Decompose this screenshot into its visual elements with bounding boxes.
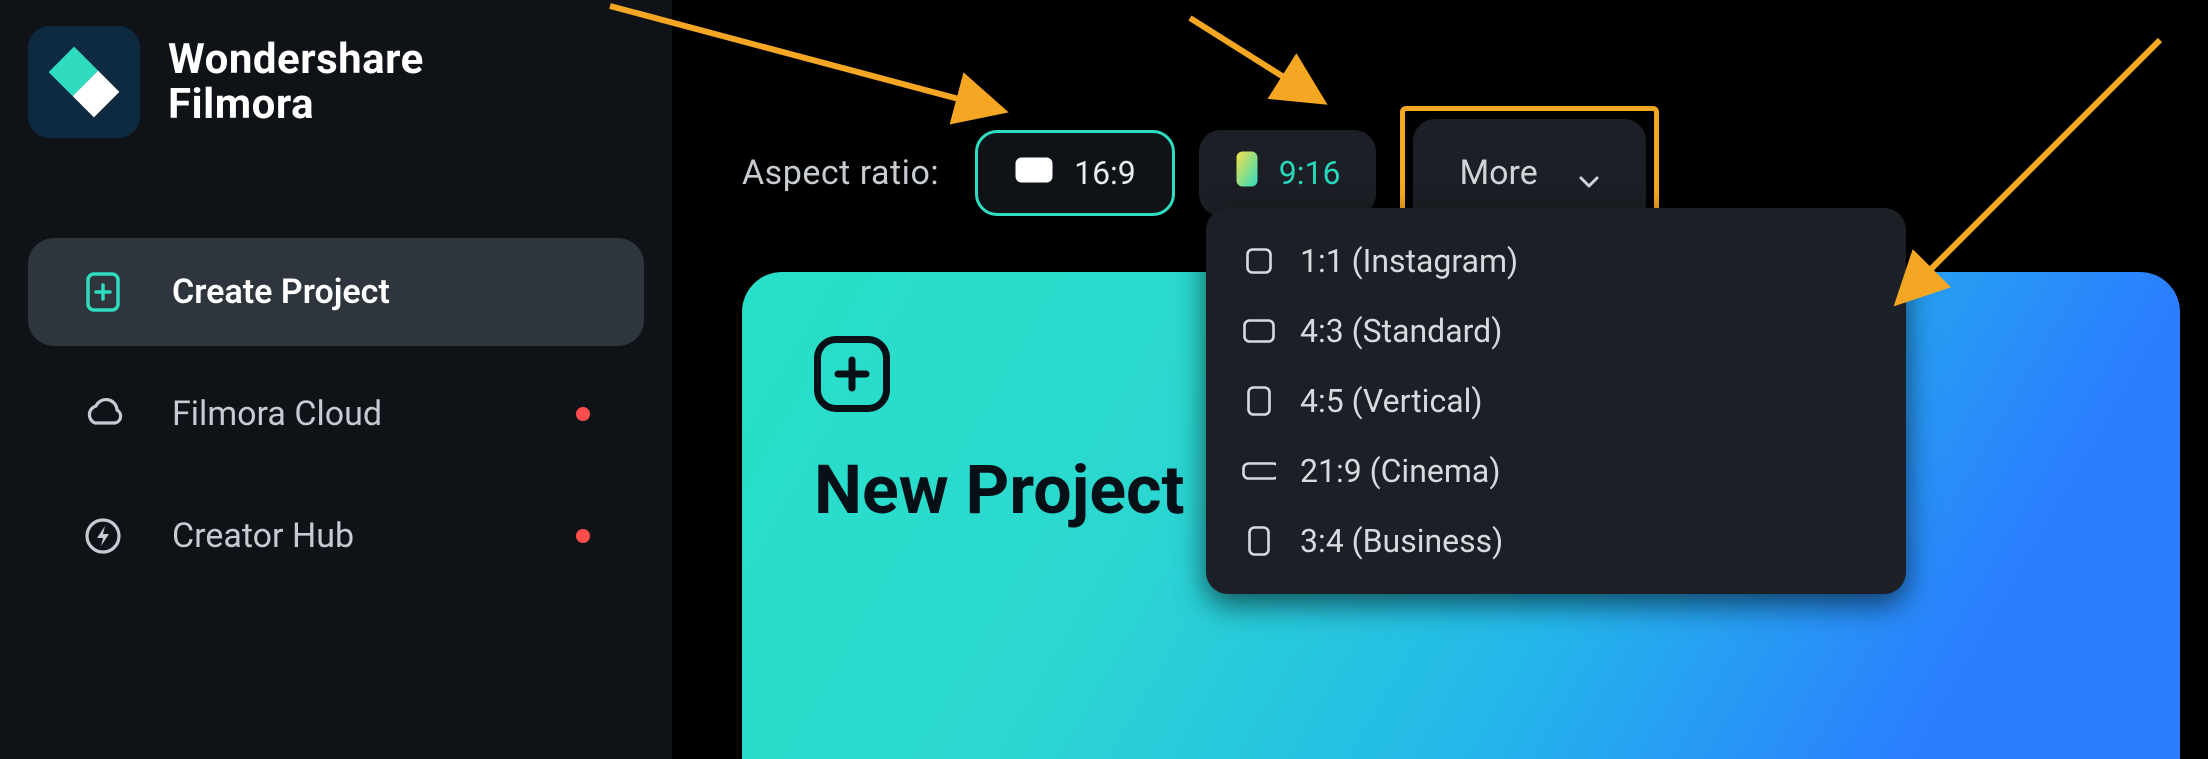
brand-line1: Wondershare xyxy=(168,35,424,84)
notification-dot-icon xyxy=(576,407,590,421)
sidebar-item-label: Create Project xyxy=(172,272,390,312)
filmora-logo-icon xyxy=(28,26,140,138)
option-label: 1:1 (Instagram) xyxy=(1300,242,1518,280)
plus-square-icon xyxy=(814,336,890,412)
aspect-ratio-option-4-3[interactable]: 4:3 (Standard) xyxy=(1206,296,1906,366)
portrait-icon xyxy=(1235,150,1259,196)
sidebar-item-create-project[interactable]: Create Project xyxy=(28,238,644,346)
aspect-ratio-option-21-9[interactable]: 21:9 (Cinema) xyxy=(1206,436,1906,506)
sidebar-item-creator-hub[interactable]: Creator Hub xyxy=(28,482,644,590)
portrait-4-5-icon xyxy=(1242,388,1276,414)
brand-text: Wondershare Filmora xyxy=(168,35,424,129)
file-plus-icon xyxy=(82,271,124,313)
chevron-down-icon xyxy=(1578,162,1600,184)
bolt-circle-icon xyxy=(82,515,124,557)
sidebar: Wondershare Filmora Create Project Filmo… xyxy=(0,0,672,759)
landscape-icon xyxy=(1014,154,1054,192)
more-label: More xyxy=(1459,153,1537,193)
aspect-ratio-option-4-5[interactable]: 4:5 (Vertical) xyxy=(1206,366,1906,436)
sidebar-item-filmora-cloud[interactable]: Filmora Cloud xyxy=(28,360,644,468)
sidebar-item-label: Creator Hub xyxy=(172,516,354,556)
brand-line2: Filmora xyxy=(168,80,424,129)
sidebar-item-label: Filmora Cloud xyxy=(172,394,382,434)
aspect-ratio-dropdown: 1:1 (Instagram) 4:3 (Standard) 4:5 (Vert… xyxy=(1206,208,1906,594)
portrait-3-4-icon xyxy=(1242,528,1276,554)
aspect-ratio-9-16-button[interactable]: 9:16 xyxy=(1199,130,1377,216)
aspect-ratio-value: 16:9 xyxy=(1074,154,1136,192)
option-label: 4:5 (Vertical) xyxy=(1300,382,1483,420)
square-icon xyxy=(1242,248,1276,274)
option-label: 3:4 (Business) xyxy=(1300,522,1503,560)
cloud-icon xyxy=(82,393,124,435)
aspect-ratio-option-1-1[interactable]: 1:1 (Instagram) xyxy=(1206,226,1906,296)
aspect-ratio-16-9-button[interactable]: 16:9 xyxy=(975,130,1175,216)
aspect-ratio-label: Aspect ratio: xyxy=(742,153,939,193)
main-area: Aspect ratio: 16:9 9:16 More xyxy=(672,0,2208,759)
landscape-4-3-icon xyxy=(1242,318,1276,344)
option-label: 4:3 (Standard) xyxy=(1300,312,1502,350)
notification-dot-icon xyxy=(576,529,590,543)
aspect-ratio-option-3-4[interactable]: 3:4 (Business) xyxy=(1206,506,1906,576)
cinema-icon xyxy=(1242,458,1276,484)
brand-block: Wondershare Filmora xyxy=(28,26,644,138)
option-label: 21:9 (Cinema) xyxy=(1300,452,1500,490)
sidebar-nav: Create Project Filmora Cloud Creator Hub xyxy=(28,238,644,590)
aspect-ratio-value: 9:16 xyxy=(1279,154,1341,192)
